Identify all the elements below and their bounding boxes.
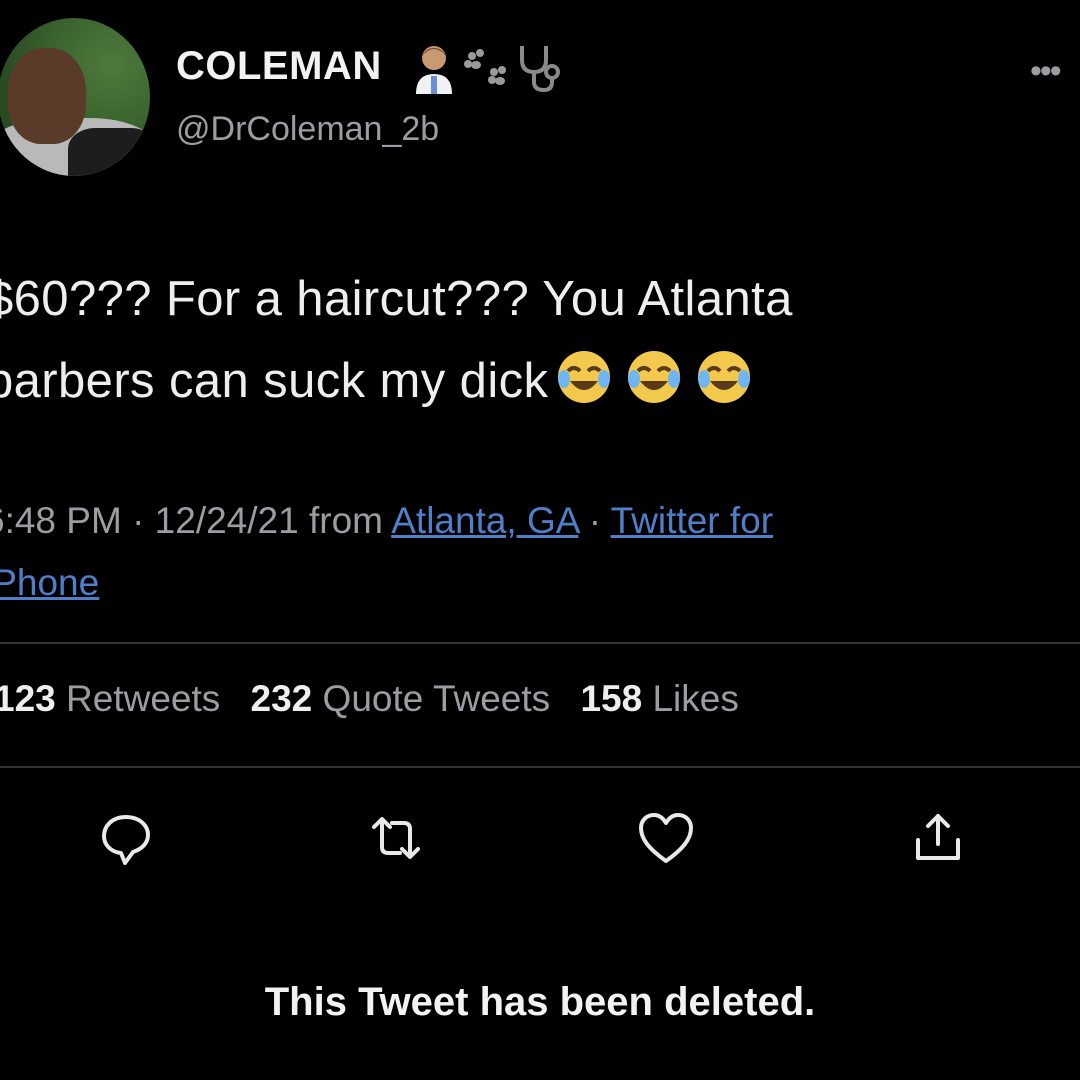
more-options-icon[interactable]: ••• bbox=[1030, 52, 1062, 91]
reply-button[interactable] bbox=[96, 808, 156, 868]
quotes-label[interactable]: Quote Tweets bbox=[323, 678, 551, 719]
avatar[interactable] bbox=[0, 18, 150, 176]
reply-icon bbox=[102, 815, 150, 865]
face-with-tears-of-joy-icon bbox=[558, 351, 611, 403]
avatar-shirt-dark bbox=[68, 128, 150, 176]
share-button[interactable] bbox=[908, 808, 968, 868]
face-with-tears-of-joy-icon bbox=[698, 351, 751, 403]
meta-separator: · bbox=[588, 500, 602, 541]
tweet-meta: 6:48 PM · 12/24/21 from Atlanta, GA · Tw… bbox=[0, 490, 1064, 614]
engagement-stats: 123 Retweets 232 Quote Tweets 158 Likes bbox=[0, 678, 739, 720]
name-emojis bbox=[412, 40, 562, 96]
timestamp: 6:48 PM · 12/24/21 from bbox=[0, 500, 383, 541]
handle[interactable]: @DrColeman_2b bbox=[176, 110, 439, 149]
tweet-text-line-2: barbers can suck my dick bbox=[0, 340, 1056, 422]
location-link[interactable]: Atlanta, GA bbox=[391, 500, 578, 541]
source-link-part-1[interactable]: Twitter for bbox=[611, 500, 773, 541]
likes-label[interactable]: Likes bbox=[652, 678, 738, 719]
retweets-count[interactable]: 123 bbox=[0, 678, 56, 719]
source-link-part-2[interactable]: iPhone bbox=[0, 562, 99, 603]
share-icon bbox=[916, 814, 960, 860]
health-worker-emoji-icon bbox=[416, 46, 452, 94]
stethoscope-icon bbox=[520, 46, 560, 93]
retweets-label[interactable]: Retweets bbox=[66, 678, 220, 719]
divider-top bbox=[0, 642, 1080, 644]
divider-bottom bbox=[0, 766, 1080, 768]
likes-count[interactable]: 158 bbox=[580, 678, 642, 719]
tweet-text: $60??? For a haircut??? You Atlanta barb… bbox=[0, 258, 1056, 422]
deleted-notice: This Tweet has been deleted. bbox=[264, 980, 816, 1024]
face-with-tears-of-joy-icon bbox=[628, 351, 681, 403]
retweet-icon bbox=[372, 817, 420, 859]
quotes-count[interactable]: 232 bbox=[251, 678, 313, 719]
tweet-meta-line-1: 6:48 PM · 12/24/21 from Atlanta, GA · Tw… bbox=[0, 490, 1064, 552]
tweet-meta-line-2: iPhone bbox=[0, 552, 1064, 614]
like-icon bbox=[639, 813, 693, 863]
action-bar bbox=[0, 808, 1080, 868]
paw-prints-icon bbox=[464, 49, 506, 85]
like-button[interactable] bbox=[636, 808, 696, 868]
retweet-button[interactable] bbox=[366, 808, 426, 868]
tweet-text-line-2-text: barbers can suck my dick bbox=[0, 354, 549, 408]
display-name[interactable]: COLEMAN bbox=[176, 44, 382, 89]
avatar-face bbox=[8, 48, 86, 144]
tweet-text-line-1: $60??? For a haircut??? You Atlanta bbox=[0, 272, 793, 326]
